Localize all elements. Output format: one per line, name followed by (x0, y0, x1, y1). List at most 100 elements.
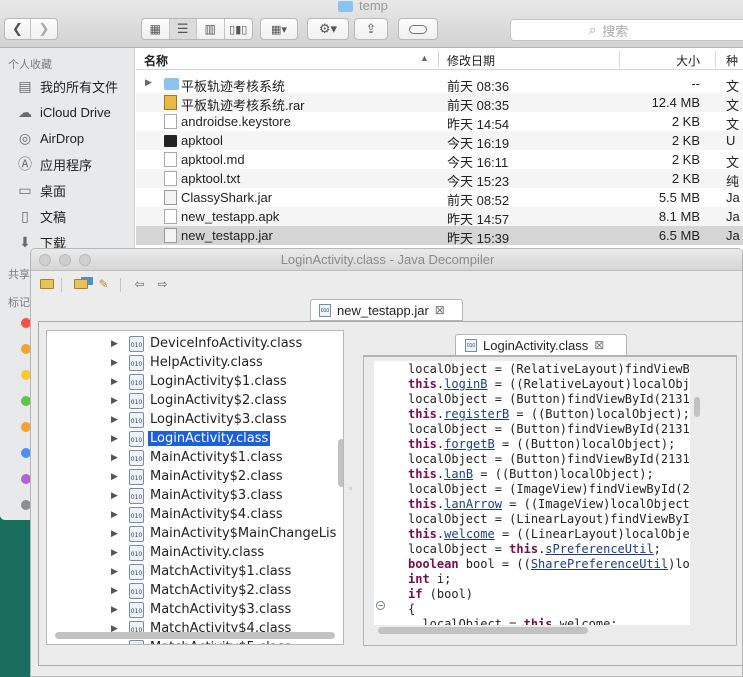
code-vertical-scrollbar[interactable] (694, 397, 700, 417)
expand-arrow-icon[interactable]: ▶ (111, 586, 119, 595)
tree-node-class[interactable]: ▶ 010 MatchActivity$3.class (47, 600, 343, 619)
file-row[interactable]: androidse.keystore 昨天 14:54 2 KB 文 (136, 112, 743, 132)
expand-arrow-icon[interactable]: ▶ (111, 377, 119, 386)
pane-splitter-handle[interactable]: ▫ (346, 484, 355, 496)
tree-node-class[interactable]: ▶ 010 MatchActivity$2.class (47, 581, 343, 600)
back-button[interactable]: ❮ (5, 19, 32, 39)
file-size: 5.5 MB (658, 190, 700, 205)
list-view-button[interactable]: ☰ (169, 19, 197, 39)
sidebar-item-3[interactable]: Ⓐ 应用程序 (16, 153, 92, 175)
expand-arrow-icon[interactable]: ▶ (111, 548, 119, 557)
arrange-button[interactable]: ▦▾ (260, 18, 298, 40)
code-line: localObject = (ImageView)findViewById(21 (408, 482, 690, 497)
expand-arrow-icon[interactable]: ▶ (111, 453, 119, 462)
column-header-date[interactable]: 修改日期 (447, 52, 495, 69)
file-name: androidse.keystore (181, 114, 291, 129)
minimize-window-button[interactable] (59, 254, 71, 266)
file-row[interactable]: apktool 今天 16:19 2 KB U (136, 131, 743, 151)
zoom-window-button[interactable] (79, 254, 91, 266)
tree-node-class[interactable]: ▶ 010 MatchActivity$5.class (47, 638, 343, 644)
expand-arrow-icon[interactable]: ▶ (111, 510, 119, 519)
class-file-icon: 010 (129, 411, 144, 428)
tree-node-class[interactable]: ▶ 010 MainActivity$MainChangeLis (47, 524, 343, 543)
expand-arrow-icon[interactable]: ▶ (111, 643, 119, 644)
class-tree: ▶ 010 DeviceInfoActivity.class ▶ 010 HelpActi… (46, 330, 344, 645)
forward-nav-button[interactable]: ⇨ (154, 276, 171, 292)
tree-node-class[interactable]: ▶ 010 DeviceInfoActivity.class (47, 334, 343, 353)
expand-arrow-icon[interactable]: ▶ (111, 339, 119, 348)
code-token: if (408, 587, 423, 601)
column-header-size[interactable]: 大小 (676, 52, 700, 69)
cloud-icon: ☁ (18, 103, 32, 120)
sidebar-item-2[interactable]: ◎ AirDrop (16, 127, 84, 149)
back-nav-button[interactable]: ⇦ (131, 276, 148, 292)
close-tab-icon[interactable]: ⊠ (435, 303, 445, 317)
expand-arrow-icon[interactable]: ▶ (111, 415, 119, 424)
file-row[interactable]: ▶ 平板轨迹考核系统 前天 08:36 -- 文 (136, 74, 743, 94)
tree-node-label: MainActivity$2.class (150, 469, 283, 484)
tree-node-class[interactable]: ▶ 010 HelpActivity.class (47, 353, 343, 372)
tree-node-class[interactable]: ▶ 010 MainActivity$2.class (47, 467, 343, 486)
code-token: this (408, 527, 437, 541)
tree-node-class[interactable]: ▶ 010 LoginActivity$3.class (47, 410, 343, 429)
code-horizontal-scrollbar[interactable] (378, 627, 588, 634)
source-code[interactable]: localObject = (RelativeLayout)findViewBy… (374, 361, 690, 625)
tree-node-class[interactable]: ▶ 010 LoginActivity$2.class (47, 391, 343, 410)
column-view-button[interactable]: ▥ (197, 19, 225, 39)
expand-arrow-icon[interactable]: ▶ (111, 529, 119, 538)
search-tool-button[interactable]: ✎ (95, 276, 112, 292)
tree-node-class[interactable]: ▶ 010 MainActivity.class (47, 543, 343, 562)
tree-node-class[interactable]: ▶ 010 MatchActivity$1.class (47, 562, 343, 581)
close-window-button[interactable] (39, 254, 51, 266)
expand-arrow-icon[interactable]: ▶ (111, 358, 119, 367)
file-size: 6.5 MB (658, 228, 700, 243)
sidebar-item-0[interactable]: ▤ 我的所有文件 (16, 75, 118, 97)
share-button[interactable]: ⇪ (354, 18, 388, 40)
close-tab-icon[interactable]: ⊠ (594, 338, 604, 352)
tree-node-class[interactable]: ▶ 010 MainActivity$1.class (47, 448, 343, 467)
file-row[interactable]: 平板轨迹考核系统.rar 前天 08:35 12.4 MB 文 (136, 93, 743, 113)
code-token: loginB (444, 377, 488, 391)
open-file-button[interactable] (38, 276, 55, 292)
column-header-name[interactable]: 名称 (144, 52, 168, 69)
tree-node-class[interactable]: ▶ 010 MainActivity$4.class (47, 505, 343, 524)
disclosure-triangle-icon[interactable]: ▶ (145, 77, 152, 88)
code-token: bool = (( (458, 557, 531, 571)
tree-vertical-scrollbar[interactable] (338, 439, 343, 487)
sidebar-item-5[interactable]: ▯ 文稿 (16, 205, 66, 227)
code-token: localObject = (Button)findViewById(21310 (408, 422, 690, 436)
code-token: registerB (444, 407, 510, 421)
file-row[interactable]: new_testapp.apk 昨天 14:57 8.1 MB Ja (136, 207, 743, 227)
search-field[interactable]: ⌕ 搜索 (510, 19, 743, 41)
expand-arrow-icon[interactable]: ▶ (111, 396, 119, 405)
file-row[interactable]: apktool.md 今天 16:11 2 KB 文 (136, 150, 743, 170)
tree-node-class[interactable]: ▶ 010 LoginActivity.class (47, 429, 343, 448)
expand-arrow-icon[interactable]: ▶ (111, 472, 119, 481)
expand-arrow-icon[interactable]: ▶ (111, 491, 119, 500)
tree-horizontal-scrollbar[interactable] (55, 632, 335, 639)
icon-view-button[interactable]: ▦ (142, 19, 170, 39)
action-button[interactable]: ⚙▾ (307, 18, 349, 40)
tree-node-class[interactable]: ▶ 010 LoginActivity$1.class (47, 372, 343, 391)
tree-node-class[interactable]: ▶ 010 MainActivity$3.class (47, 486, 343, 505)
coverflow-view-button[interactable]: ▯▮▯ (225, 19, 252, 39)
favorites-header: 个人收藏 (8, 59, 52, 71)
collapse-block-icon[interactable]: − (376, 601, 385, 610)
file-row[interactable]: apktool.txt 今天 15:23 2 KB 纯 (136, 169, 743, 189)
sidebar-item-1[interactable]: ☁ iCloud Drive (16, 101, 111, 123)
arrow-left-icon: ⇦ (134, 277, 145, 291)
expand-arrow-icon[interactable]: ▶ (111, 605, 119, 614)
open-type-button[interactable] (72, 276, 89, 292)
tags-button[interactable] (398, 18, 438, 40)
file-row[interactable]: new_testapp.jar 昨天 15:39 6.5 MB Ja (136, 226, 743, 246)
file-row[interactable]: ClassyShark.jar 前天 08:52 5.5 MB Ja (136, 188, 743, 208)
class-tab[interactable]: 010 LoginActivity.class ⊠ (455, 334, 627, 356)
expand-arrow-icon[interactable]: ▶ (111, 434, 119, 443)
class-file-icon: 010 (129, 506, 144, 523)
sidebar-item-4[interactable]: ▭ 桌面 (16, 179, 66, 201)
forward-button[interactable]: ❯ (31, 19, 57, 39)
expand-arrow-icon[interactable]: ▶ (111, 567, 119, 576)
class-file-icon: 010 (129, 639, 144, 644)
jar-tab[interactable]: 010 new_testapp.jar ⊠ (310, 299, 463, 321)
column-header-kind[interactable]: 种 (726, 52, 738, 69)
